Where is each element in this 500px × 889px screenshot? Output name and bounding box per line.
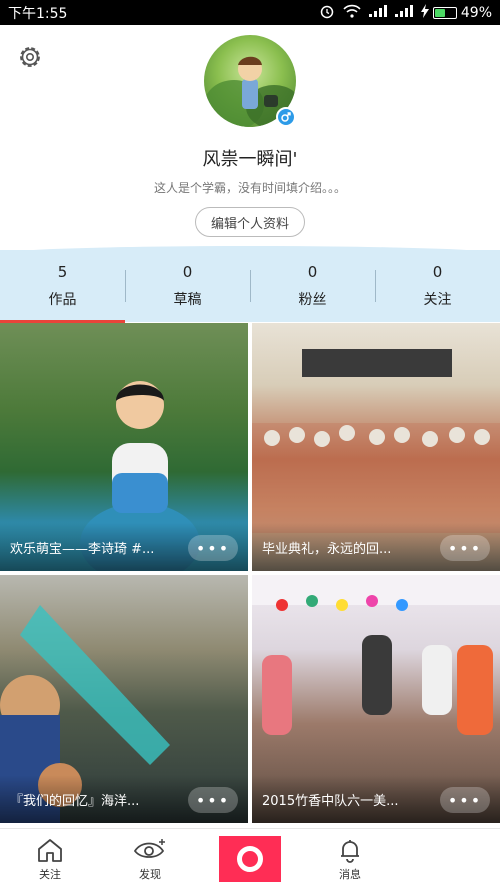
post-tile[interactable]: 『我们的回忆』海洋... ••• [0, 575, 248, 823]
post-caption: 毕业典礼，永远的回... [262, 542, 392, 557]
more-options-button[interactable]: ••• [440, 787, 490, 813]
nav-home-label: 关注 [39, 867, 61, 881]
stat-count: 0 [432, 263, 443, 281]
more-options-button[interactable]: ••• [188, 787, 238, 813]
profile-header: 风祟一瞬间' 这人是个学霸，没有时间填介绍。。。 编辑个人资料 [0, 25, 500, 250]
stat-following[interactable]: 0 关注 [375, 250, 500, 322]
stat-fans[interactable]: 0 粉丝 [250, 250, 375, 322]
stat-drafts[interactable]: 0 草稿 [125, 250, 250, 322]
nav-profile[interactable] [400, 829, 500, 889]
post-caption: 2015竹香中队六一美... [262, 794, 399, 809]
nav-messages-label: 消息 [339, 867, 361, 881]
post-tile[interactable]: 毕业典礼，永远的回... ••• [252, 323, 500, 571]
edit-profile-button[interactable]: 编辑个人资料 [195, 207, 305, 237]
gear-icon [20, 47, 40, 67]
more-options-button[interactable]: ••• [188, 535, 238, 561]
record-icon [237, 846, 263, 872]
charging-icon [420, 3, 429, 22]
wifi-icon [343, 4, 361, 22]
signal-icon [368, 4, 387, 21]
post-caption: 欢乐萌宝——李诗琦 #... [10, 542, 155, 557]
post-caption: 『我们的回忆』海洋... [10, 794, 140, 809]
post-tile[interactable]: 欢乐萌宝——李诗琦 #... ••• [0, 323, 248, 571]
stat-label: 作品 [48, 292, 77, 308]
stat-works[interactable]: 5 作品 [0, 250, 125, 322]
nav-discover[interactable]: 发现 [100, 829, 200, 889]
battery-icon [432, 6, 457, 19]
nav-messages[interactable]: 消息 [300, 829, 400, 889]
home-icon [38, 838, 62, 862]
stat-count: 0 [307, 263, 318, 281]
bell-icon [341, 839, 359, 863]
post-tile[interactable]: 2015竹香中队六一美... ••• [252, 575, 500, 823]
bio-text: 这人是个学霸，没有时间填介绍。。。 [153, 181, 346, 195]
stat-label: 关注 [423, 292, 452, 308]
more-options-button[interactable]: ••• [440, 535, 490, 561]
signal-icon [394, 4, 413, 21]
record-button[interactable] [219, 836, 281, 882]
settings-button[interactable] [16, 43, 44, 71]
male-icon [281, 112, 291, 122]
battery-indicator: 49% [420, 3, 492, 22]
nav-home[interactable]: 关注 [0, 829, 100, 889]
status-bar: 下午1:55 49% [0, 0, 500, 25]
eye-icon [133, 838, 165, 858]
nav-record [200, 829, 300, 889]
stat-label: 草稿 [173, 292, 202, 308]
status-icons: 49% [319, 3, 492, 23]
stat-count: 5 [57, 263, 68, 281]
post-grid: 欢乐萌宝——李诗琦 #... ••• 毕业典礼，永远的回... ••• 『我们的… [0, 323, 500, 825]
battery-text: 49% [460, 4, 492, 21]
stats-bar: 5 作品 0 草稿 0 粉丝 0 关注 [0, 246, 500, 322]
bottom-nav: 关注 发现 消息 [0, 828, 500, 889]
username: 风祟一瞬间' [202, 149, 298, 170]
gender-badge [276, 107, 296, 127]
alarm-icon [319, 3, 335, 23]
status-time: 下午1:55 [8, 5, 68, 22]
stat-label: 粉丝 [298, 292, 327, 308]
stat-count: 0 [182, 263, 193, 281]
nav-discover-label: 发现 [139, 867, 161, 881]
